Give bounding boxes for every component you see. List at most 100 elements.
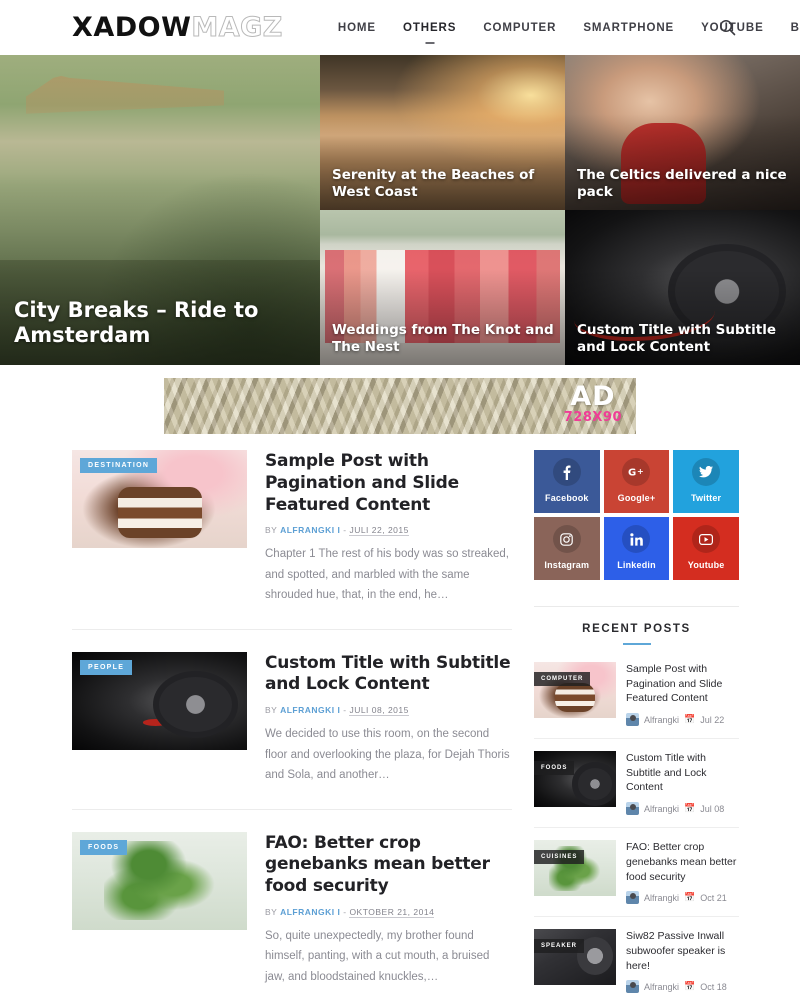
ad-label-title: AD: [570, 381, 616, 412]
recent-post-body: Custom Title with Subtitle and Lock Cont…: [626, 751, 739, 816]
social-label-google-plus: Google+: [617, 493, 656, 503]
post-excerpt: So, quite unexpectedly, my brother found…: [265, 929, 490, 983]
post-author[interactable]: ALFRANGKI I: [280, 525, 340, 535]
recent-post-body: Sample Post with Pagination and Slide Fe…: [626, 662, 739, 727]
nav-item-blogger[interactable]: BLOGGER: [791, 16, 800, 40]
recent-post-item: FOODS Custom Title with Subtitle and Loc…: [534, 751, 739, 829]
svg-text:G: G: [628, 468, 636, 479]
post-meta-separator: -: [343, 705, 347, 716]
recent-post-category-badge[interactable]: COMPUTER: [534, 672, 591, 686]
nav-item-others[interactable]: OTHERS: [403, 16, 456, 40]
recent-post-meta: Alfrangki 📅 Oct 21: [626, 891, 739, 905]
recent-post-thumbnail[interactable]: COMPUTER: [534, 662, 616, 718]
ad-banner-region: AD 728X90: [0, 365, 800, 450]
social-widget: Facebook G + Google+ Twitter Instagram L…: [534, 450, 739, 580]
social-tile-twitter[interactable]: Twitter: [673, 450, 739, 513]
recent-post-date: Oct 18: [700, 981, 727, 992]
post-title[interactable]: Sample Post with Pagination and Slide Fe…: [265, 451, 512, 516]
twitter-icon: [692, 458, 721, 486]
search-icon[interactable]: [716, 17, 738, 39]
social-tile-google-plus[interactable]: G + Google+: [603, 450, 670, 513]
post-meta: BY ALFRANGKI I - JULI 08, 2015: [265, 705, 512, 717]
ad-banner[interactable]: AD 728X90: [164, 378, 636, 434]
recent-post-thumbnail[interactable]: CUISINES: [534, 840, 616, 897]
post-meta: BY ALFRANGKI I - JULI 22, 2015: [265, 525, 512, 537]
hero-slide-amsterdam[interactable]: City Breaks – Ride to Amsterdam: [0, 55, 320, 365]
recent-post-category-badge[interactable]: FOODS: [534, 761, 575, 776]
post-meta-separator: -: [343, 906, 347, 917]
post-excerpt: Chapter 1 The rest of his body was so st…: [265, 548, 509, 602]
recent-post-image-cake: [534, 662, 616, 718]
post-meta-by: BY: [265, 906, 278, 917]
hero-slide-serenity[interactable]: Serenity at the Beaches of West Coast: [320, 55, 565, 210]
recent-post-category-badge[interactable]: CUISINES: [534, 850, 585, 865]
recent-post-title[interactable]: Sample Post with Pagination and Slide Fe…: [626, 662, 739, 706]
social-label-instagram: Instagram: [544, 560, 590, 570]
ad-label-size: 728X90: [563, 410, 622, 425]
page-root: XADOW MAGZ HOME OTHERS COMPUTER SMARTPHON…: [0, 0, 800, 1001]
social-tile-facebook[interactable]: Facebook: [534, 450, 600, 513]
post-category-badge[interactable]: FOODS: [80, 839, 128, 855]
svg-text:+: +: [637, 467, 644, 476]
recent-post-title[interactable]: Siw82 Passive Inwall subwoofer speaker i…: [626, 929, 739, 973]
facebook-icon: [552, 458, 581, 486]
recent-post-image-dj-controller: [534, 929, 616, 986]
post-date[interactable]: OKTOBER 21, 2014: [349, 906, 435, 918]
post-item: DESTINATION Sample Post with Pagination …: [72, 450, 512, 630]
sidebar: Facebook G + Google+ Twitter Instagram L…: [534, 450, 739, 1001]
hero-slide-celtics[interactable]: The Celtics delivered a nice pack: [565, 55, 800, 210]
widget-underline: [622, 643, 651, 645]
widget-title-recent-posts: RECENT POSTS: [534, 606, 739, 635]
post-date[interactable]: JULI 08, 2015: [349, 705, 409, 717]
nav-item-smartphone[interactable]: SMARTPHONE: [583, 16, 674, 40]
post-title[interactable]: Custom Title with Subtitle and Lock Cont…: [265, 653, 512, 697]
post-body: Custom Title with Subtitle and Lock Cont…: [265, 652, 512, 786]
recent-post-thumbnail[interactable]: SPEAKER: [534, 929, 616, 986]
post-thumbnail[interactable]: FOODS: [72, 831, 247, 930]
post-excerpt: We decided to use this room, on the seco…: [265, 728, 510, 782]
recent-post-thumbnail[interactable]: FOODS: [534, 751, 616, 808]
hero-slide-weddings[interactable]: Weddings from The Knot and The Nest: [320, 210, 565, 365]
recent-post-item: CUISINES FAO: Better crop genebanks mean…: [534, 840, 739, 918]
post-list: DESTINATION Sample Post with Pagination …: [72, 450, 512, 1001]
post-author[interactable]: ALFRANGKI I: [280, 705, 340, 715]
recent-post-body: Siw82 Passive Inwall subwoofer speaker i…: [626, 929, 739, 994]
post-thumbnail[interactable]: DESTINATION: [72, 450, 247, 548]
recent-post-body: FAO: Better crop genebanks mean better f…: [626, 840, 739, 905]
logo-bold-text: XADOW: [72, 12, 192, 43]
calendar-icon: 📅: [684, 892, 696, 903]
recent-post-title[interactable]: Custom Title with Subtitle and Lock Cont…: [626, 751, 739, 795]
social-tile-youtube[interactable]: Youtube: [673, 517, 739, 580]
recent-post-item: COMPUTER Sample Post with Pagination and…: [534, 662, 739, 740]
post-item: PEOPLE Custom Title with Subtitle and Lo…: [72, 651, 512, 810]
logo-light-text: MAGZ: [191, 12, 283, 44]
social-label-twitter: Twitter: [691, 493, 722, 503]
nav-item-computer[interactable]: COMPUTER: [483, 16, 556, 40]
recent-post-category-badge[interactable]: SPEAKER: [534, 939, 585, 954]
hero-title-weddings: Weddings from The Knot and The Nest: [332, 322, 554, 355]
recent-post-title[interactable]: FAO: Better crop genebanks mean better f…: [626, 840, 739, 884]
post-author[interactable]: ALFRANGKI I: [280, 907, 340, 917]
post-category-badge[interactable]: DESTINATION: [80, 458, 158, 473]
nav-item-home[interactable]: HOME: [338, 16, 376, 40]
avatar: [626, 802, 639, 816]
post-thumbnail[interactable]: PEOPLE: [72, 651, 247, 750]
post-title[interactable]: FAO: Better crop genebanks mean better f…: [265, 833, 512, 898]
recent-post-meta: Alfrangki 📅 Jul 22: [626, 713, 739, 727]
social-tile-linkedin[interactable]: Linkedin: [603, 517, 670, 580]
calendar-icon: 📅: [684, 803, 696, 814]
social-label-facebook: Facebook: [545, 493, 589, 503]
post-date[interactable]: JULI 22, 2015: [349, 525, 409, 537]
calendar-icon: 📅: [684, 714, 696, 725]
post-category-badge[interactable]: PEOPLE: [80, 659, 133, 675]
hero-title-custom: Custom Title with Subtitle and Lock Cont…: [577, 322, 776, 355]
recent-post-item: SPEAKER Siw82 Passive Inwall subwoofer s…: [534, 929, 739, 1001]
ad-label: AD 728X90: [564, 383, 622, 426]
calendar-icon: 📅: [684, 981, 696, 992]
hero-slide-custom-title[interactable]: Custom Title with Subtitle and Lock Cont…: [565, 210, 800, 365]
avatar: [626, 713, 639, 727]
recent-post-author: Alfrangki: [644, 803, 680, 814]
site-logo[interactable]: XADOW MAGZ: [72, 12, 283, 44]
social-tile-instagram[interactable]: Instagram: [534, 517, 600, 580]
youtube-icon: [692, 525, 721, 553]
